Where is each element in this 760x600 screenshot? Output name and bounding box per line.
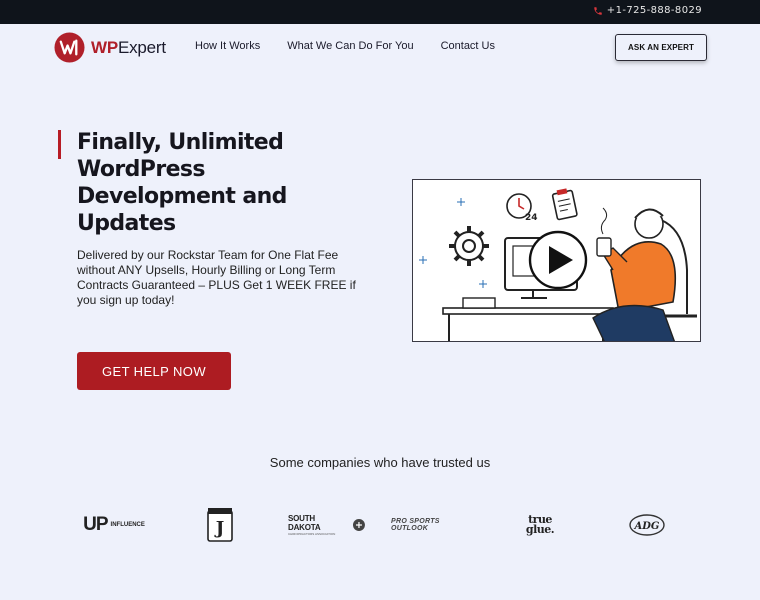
- wp-logo-icon: [54, 32, 85, 63]
- client-logo-glue-text: glue.: [525, 523, 555, 536]
- clipboard-icon: [551, 188, 578, 221]
- trusted-heading: Some companies who have trusted us: [269, 455, 491, 470]
- top-bar: +1-725-888-8029: [0, 0, 760, 24]
- client-logo-up-text: UP: [83, 514, 108, 535]
- hero-accent-bar: [58, 130, 61, 159]
- phone-icon: [594, 6, 602, 15]
- gear-icon: [449, 226, 489, 266]
- client-logo-pro-sports-outlook: PRO SPORTS OUTLOOK: [391, 518, 440, 532]
- client-logo-south-dakota: SOUTH DAKOTA CHIROPRACTORS ASSOCIATION: [288, 505, 366, 545]
- hero-video[interactable]: 24: [412, 179, 701, 342]
- logo-text-prefix: WP: [91, 37, 118, 57]
- logo[interactable]: WPExpert: [54, 32, 166, 63]
- adg-emblem-icon: ADG: [629, 514, 665, 536]
- clock-label: 24: [525, 213, 538, 223]
- client-logo-j: J: [200, 505, 240, 545]
- main-nav: How It Works What We Can Do For You Cont…: [195, 40, 495, 52]
- clock-icon: 24: [506, 193, 538, 223]
- phone-number: +1-725-888-8029: [606, 5, 702, 16]
- client-logo-adg: ADG: [625, 505, 669, 545]
- logo-text: WPExpert: [91, 38, 166, 58]
- sd-emblem-icon: [353, 519, 366, 531]
- ask-an-expert-button[interactable]: ASK AN EXPERT: [615, 34, 707, 61]
- client-logo-sd-bottom: CHIROPRACTORS ASSOCIATION: [288, 532, 336, 536]
- nav-how-it-works[interactable]: How It Works: [195, 40, 260, 52]
- client-logo-sd-top: SOUTH DAKOTA: [288, 514, 321, 532]
- client-logo-influence-text: INFLUENCE: [110, 522, 145, 528]
- client-logos: UP INFLUENCE J SOUTH DAKOTA CHIROPRACTOR…: [0, 505, 760, 545]
- nav-what-we-can-do[interactable]: What We Can Do For You: [287, 40, 413, 52]
- client-logo-j-text: J: [214, 518, 225, 539]
- phone-link[interactable]: +1-725-888-8029: [593, 5, 702, 16]
- video-illustration: 24: [419, 188, 697, 341]
- nav-contact-us[interactable]: Contact Us: [441, 40, 495, 52]
- hero-title: Finally, Unlimited WordPress Development…: [77, 130, 287, 236]
- person-illustration: [592, 207, 677, 341]
- play-icon[interactable]: [528, 230, 588, 290]
- logo-text-suffix: Expert: [117, 37, 166, 57]
- hero-subtitle: Delivered by our Rockstar Team for One F…: [77, 248, 356, 307]
- j-badge-icon: J: [207, 508, 233, 542]
- client-logo-true-glue: true glue.: [518, 505, 562, 545]
- client-logo-adg-text: ADG: [634, 521, 660, 532]
- desk: [442, 297, 614, 341]
- get-help-now-button[interactable]: GET HELP NOW: [77, 352, 231, 390]
- client-logo-up-influence: UP INFLUENCE: [78, 505, 150, 545]
